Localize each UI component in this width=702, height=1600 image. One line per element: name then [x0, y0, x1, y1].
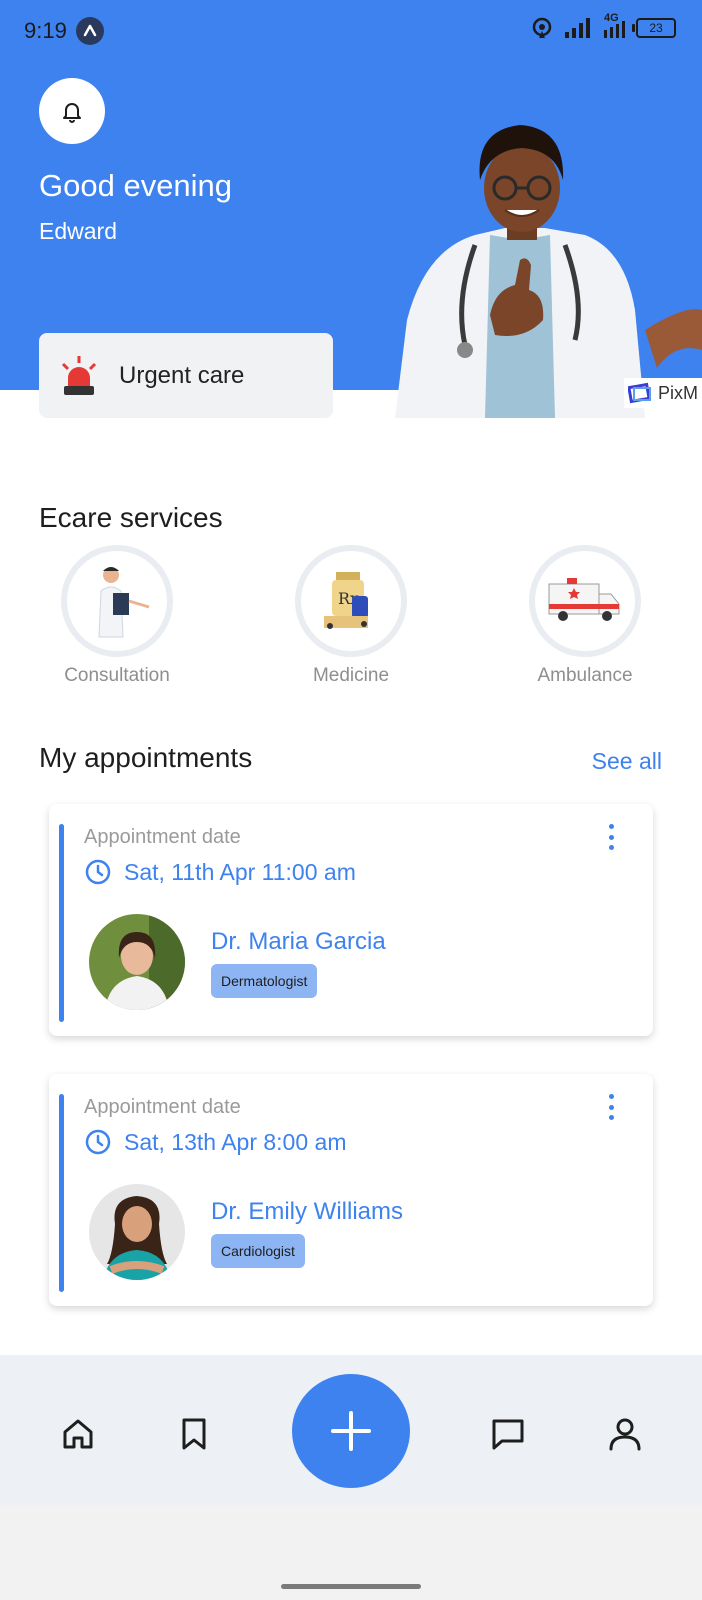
home-indicator[interactable] [281, 1584, 421, 1589]
status-icons: 4G 23 [530, 12, 676, 40]
bookmark-icon [182, 1418, 206, 1450]
nav-profile[interactable] [605, 1414, 645, 1454]
doctor-name: Dr. Emily Williams [211, 1198, 403, 1225]
user-name: Edward [39, 218, 117, 244]
appointment-date-label: Appointment date [84, 826, 241, 848]
battery-icon: 23 [632, 18, 676, 38]
clock-icon [85, 859, 111, 885]
signal-icon [565, 18, 590, 38]
chat-icon [492, 1419, 524, 1450]
doctor-avatar [89, 1184, 185, 1280]
nav-bookmarks[interactable] [174, 1414, 214, 1454]
add-appointment-button[interactable] [292, 1374, 410, 1488]
service-consultation[interactable]: Consultation [27, 545, 207, 687]
service-label: Ambulance [537, 665, 633, 686]
appointment-card[interactable]: Appointment date Sat, 11th Apr 11:00 am … [49, 804, 653, 1036]
more-options-icon[interactable] [607, 824, 615, 850]
watermark-badge: PixM [624, 378, 702, 408]
more-options-icon[interactable] [607, 1094, 615, 1120]
services-title: Ecare services [39, 502, 223, 533]
see-all-link[interactable]: See all [592, 748, 662, 775]
network-type: 4G [602, 12, 626, 40]
greeting-text: Good evening [39, 168, 233, 203]
doctor-illustration [395, 125, 702, 418]
ambulance-icon [548, 578, 620, 621]
app-notification-icon [76, 17, 104, 45]
appointment-date-label: Appointment date [84, 1096, 241, 1118]
add-icon [331, 1411, 371, 1451]
bell-icon [63, 103, 81, 123]
specialty-chip: Dermatologist [211, 964, 318, 998]
service-label: Medicine [312, 665, 390, 686]
appointment-datetime: Sat, 13th Apr 8:00 am [124, 1128, 347, 1155]
service-ambulance[interactable]: Ambulance [495, 545, 675, 687]
status-bar: 9:19 4G 23 [0, 0, 702, 60]
appointments-title: My appointments [39, 742, 253, 773]
home-icon [63, 1419, 93, 1449]
urgent-care-button[interactable]: Urgent care [39, 333, 333, 418]
nav-messages[interactable] [488, 1414, 528, 1454]
doctor-avatar [89, 914, 185, 1010]
urgent-care-label: Urgent care [119, 361, 245, 389]
service-label: Consultation [64, 665, 170, 686]
notification-button[interactable] [39, 78, 105, 144]
specialty-chip: Cardiologist [211, 1234, 305, 1268]
pix-logo-icon [628, 382, 651, 404]
accent-bar [59, 824, 64, 1022]
doctor-name: Dr. Maria Garcia [211, 928, 386, 955]
status-time: 9:19 [24, 18, 67, 43]
medicine-icon: Rx [324, 572, 368, 629]
clock-icon [85, 1129, 111, 1155]
nav-home[interactable] [58, 1414, 98, 1454]
hotspot-icon [532, 17, 552, 38]
profile-icon [609, 1418, 641, 1451]
appointment-card[interactable]: Appointment date Sat, 13th Apr 8:00 am D… [49, 1074, 653, 1306]
service-medicine[interactable]: Rx Medicine [261, 545, 441, 687]
appointment-datetime: Sat, 11th Apr 11:00 am [124, 858, 356, 885]
siren-icon [61, 355, 97, 395]
accent-bar [59, 1094, 64, 1292]
doctor-consultation-icon [98, 567, 150, 638]
